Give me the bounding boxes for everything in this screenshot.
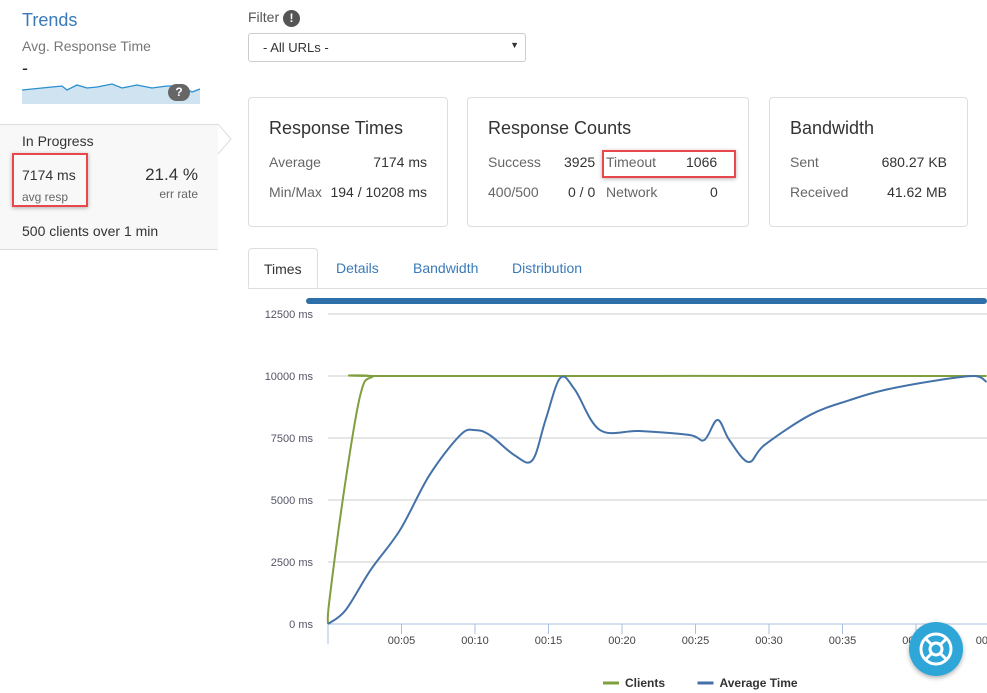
progress-title: In Progress [22, 133, 94, 149]
y-tick-label: 5000 ms [271, 495, 314, 507]
timeout-value: 1066 [686, 154, 718, 170]
y-tick-label: 7500 ms [271, 433, 314, 445]
timeout-label: Timeout [606, 154, 657, 170]
avg-resp-label: avg resp [22, 190, 69, 204]
err-rate-label: err rate [159, 187, 198, 201]
network-value: 0 [710, 184, 718, 200]
sidebar: Trends Avg. Response Time - ? In Progres… [0, 0, 218, 250]
trends-subtitle: Avg. Response Time [22, 38, 151, 54]
tab-bandwidth[interactable]: Bandwidth [398, 248, 493, 288]
lifebuoy-icon [919, 632, 953, 666]
avg-resp-value: 7174 ms [22, 167, 76, 183]
card-title: Bandwidth [790, 118, 875, 138]
success-value: 3925 [564, 154, 596, 170]
caret-down-icon: ▼ [510, 40, 519, 50]
x-tick-label: 00:20 [608, 635, 636, 647]
legend-label[interactable]: Clients [625, 676, 665, 690]
card-title: Response Times [269, 118, 404, 138]
card-title: Response Counts [488, 118, 632, 138]
average-label: Average [269, 154, 321, 170]
tab-times[interactable]: Times [248, 248, 318, 288]
legend-label[interactable]: Average Time [720, 676, 798, 690]
x-tick-label: 00:30 [755, 635, 783, 647]
y-tick-label: 10000 ms [265, 371, 314, 383]
response-time-chart: 0 ms 2500 ms 5000 ms 7500 ms 10000 ms 12500 m… [265, 309, 987, 690]
average-value: 7174 ms [373, 154, 427, 170]
sent-value: 680.27 KB [881, 154, 947, 170]
errors-400-500-label: 400/500 [488, 184, 539, 200]
response-counts-card: Response Counts Success 3925 Timeout 106… [467, 97, 749, 227]
received-label: Received [790, 184, 849, 200]
x-tick-label: 00:45 [976, 635, 987, 647]
bandwidth-card: Bandwidth Sent 680.27 KB Received 41.62 … [769, 97, 968, 227]
trends-panel[interactable]: Trends Avg. Response Time - ? [0, 0, 218, 124]
y-tick-label: 2500 ms [271, 557, 314, 569]
filter-label: Filter ! [248, 9, 301, 27]
y-tick-label: 12500 ms [265, 309, 314, 321]
network-label: Network [606, 184, 658, 200]
x-tick-label: 00:25 [682, 635, 710, 647]
err-rate-value: 21.4 % [145, 165, 198, 184]
response-times-card: Response Times Average 7174 ms Min/Max 1… [248, 97, 448, 227]
success-label: Success [488, 154, 541, 170]
x-tick-label: 00:10 [461, 635, 489, 647]
received-value: 41.62 MB [887, 184, 947, 200]
sent-label: Sent [790, 154, 819, 170]
y-tick-label: 0 ms [289, 619, 313, 631]
tabs-divider [248, 288, 987, 289]
in-progress-panel[interactable]: In Progress 7174 ms avg resp 21.4 % err … [0, 124, 218, 250]
minmax-label: Min/Max [269, 184, 322, 200]
clients-summary: 500 clients over 1 min [22, 223, 159, 239]
chevron-right-icon [217, 124, 232, 154]
help-icon[interactable]: ? [168, 84, 190, 101]
tab-details[interactable]: Details [321, 248, 394, 288]
help-lifebuoy-button[interactable] [909, 622, 963, 676]
info-icon[interactable]: ! [283, 10, 301, 27]
url-filter-select[interactable]: - All URLs - ▼ [248, 33, 526, 62]
errors-400-500-value: 0 / 0 [568, 184, 596, 200]
tab-distribution[interactable]: Distribution [497, 248, 597, 288]
trends-value: - [22, 58, 28, 78]
x-tick-label: 00:35 [829, 635, 857, 647]
x-tick-label: 00:15 [535, 635, 563, 647]
x-tick-label: 00:05 [388, 635, 416, 647]
trends-title: Trends [22, 10, 78, 30]
minmax-value: 194 / 10208 ms [330, 184, 427, 200]
